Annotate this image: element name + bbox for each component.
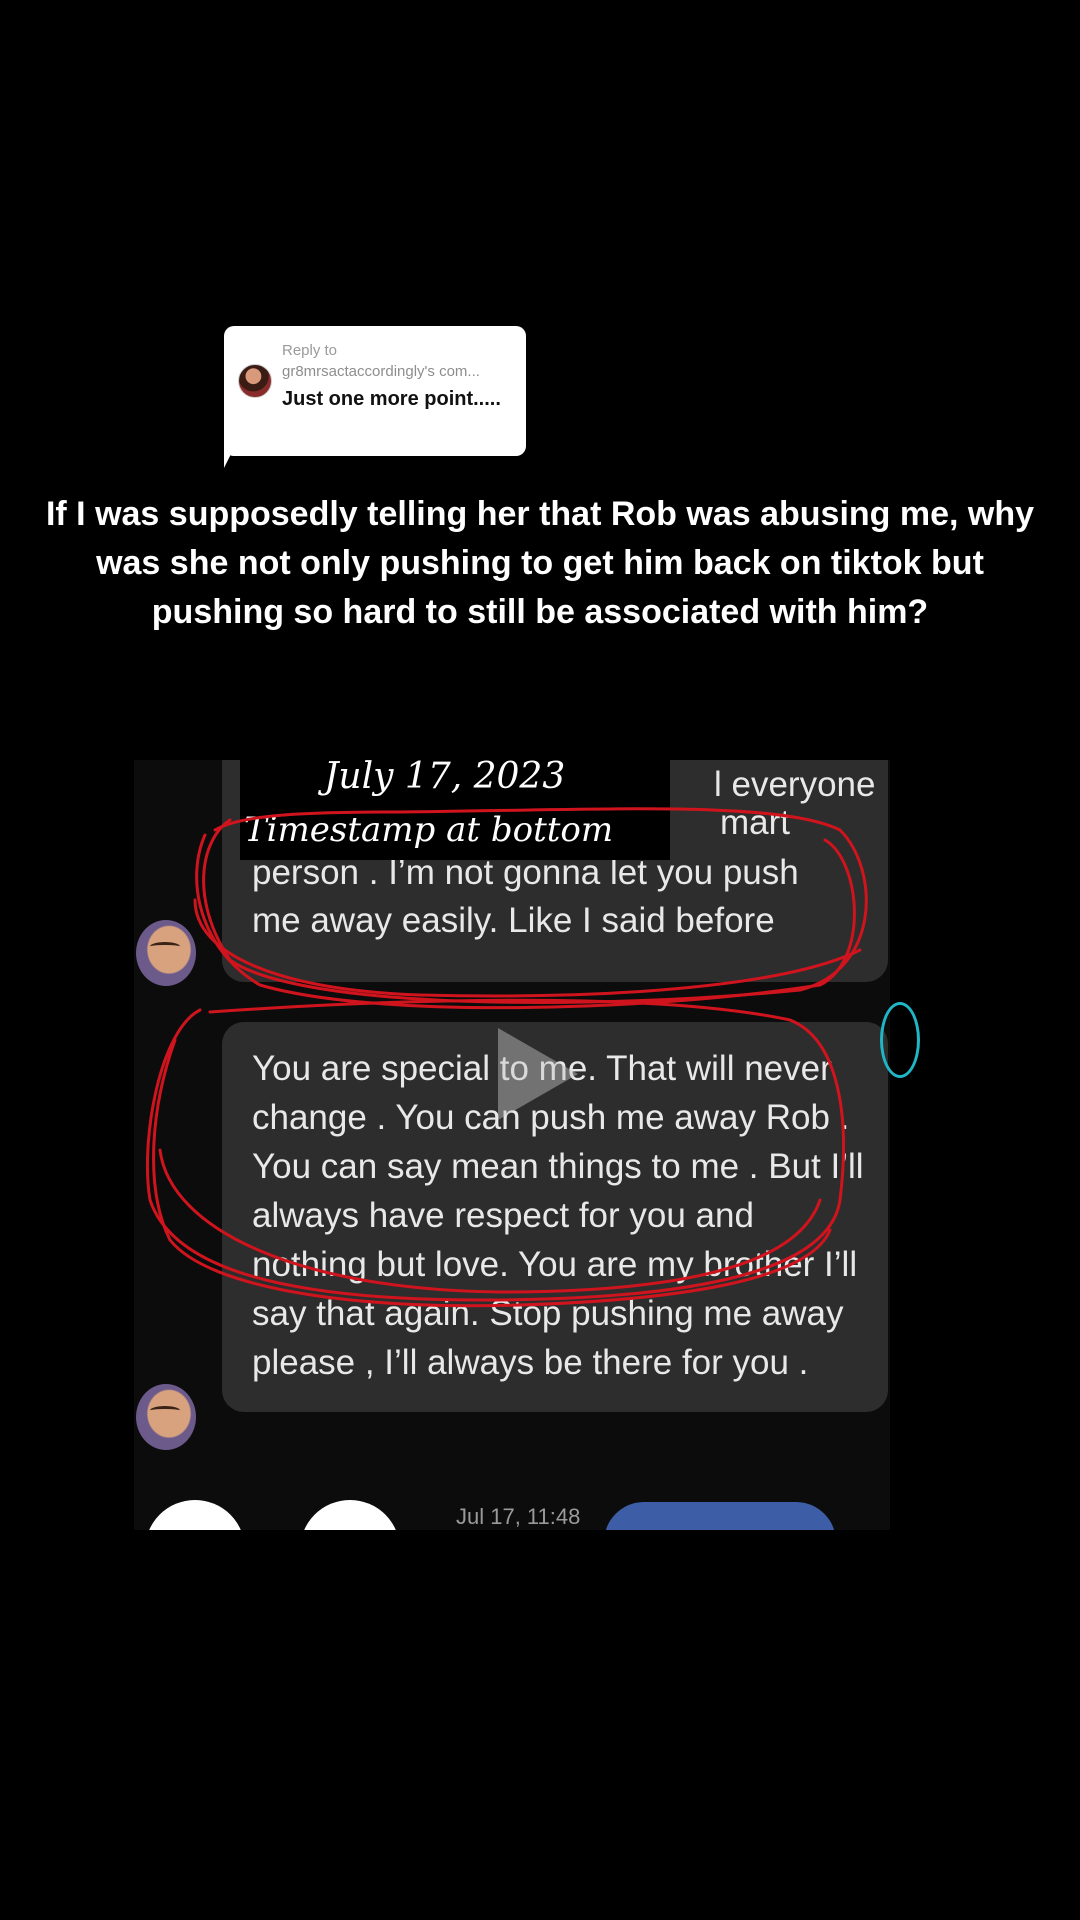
overlay-note: Timestamp at bottom — [244, 810, 614, 850]
scroll-indicator-icon — [880, 1002, 920, 1078]
message-screenshot: l everyone mart person . I’m not gonna l… — [134, 760, 890, 1530]
reply-comment-text: Just one more point..... — [282, 388, 501, 410]
reply-card-tail — [224, 440, 238, 468]
message-line: me away easily. Like I said before — [252, 901, 775, 940]
overlay-date: July 17, 2023 — [324, 756, 566, 797]
message-timestamp: Jul 17, 11:48 — [456, 1504, 581, 1529]
reply-to-label: Reply to — [282, 342, 338, 359]
sender-avatar — [136, 920, 196, 986]
message-fragment: mart — [720, 803, 790, 842]
play-icon[interactable] — [498, 1028, 578, 1120]
reply-username[interactable]: gr8mrsactaccordingly's com... — [282, 363, 480, 380]
commenter-avatar[interactable] — [238, 364, 272, 398]
video-caption: If I was supposedly telling her that Rob… — [45, 495, 1035, 631]
bottom-black-area — [0, 1530, 1080, 1920]
sender-avatar — [136, 1384, 196, 1450]
